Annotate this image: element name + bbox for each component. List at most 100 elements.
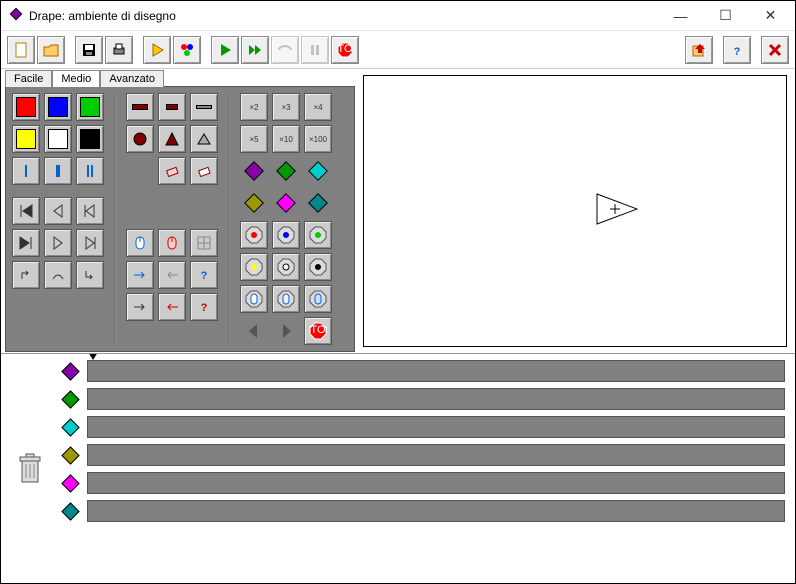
turn-curve[interactable] (44, 261, 72, 289)
track-diamond-icon[interactable] (59, 360, 81, 382)
shape-triangle[interactable] (158, 125, 186, 153)
vline-1[interactable] (12, 157, 40, 185)
target-black[interactable] (304, 253, 332, 281)
mult-3[interactable]: ×3 (272, 93, 300, 121)
mouse-2[interactable] (158, 229, 186, 257)
mult-4[interactable]: ×4 (304, 93, 332, 121)
shape-bar-2[interactable] (158, 93, 186, 121)
mouse-oct-3[interactable] (304, 285, 332, 313)
diamond-purple[interactable] (240, 157, 268, 185)
diamond-cyan[interactable] (304, 157, 332, 185)
target-green[interactable] (304, 221, 332, 249)
drawing-canvas[interactable] (363, 75, 787, 347)
mouse-oct-1[interactable] (240, 285, 268, 313)
svg-text:?: ? (201, 302, 208, 314)
vline-3[interactable] (76, 157, 104, 185)
track-bar[interactable] (87, 444, 785, 466)
loop-button[interactable] (271, 36, 299, 64)
arrow-right-blue[interactable] (126, 261, 154, 289)
nav-next[interactable] (272, 317, 300, 345)
diamond-olive[interactable] (240, 189, 268, 217)
arrow-right-2[interactable] (126, 293, 154, 321)
new-button[interactable] (7, 36, 35, 64)
mult-5[interactable]: ×5 (240, 125, 268, 153)
tab-avanzato[interactable]: Avanzato (100, 70, 164, 87)
exit-button[interactable] (761, 36, 789, 64)
track-bar[interactable] (87, 500, 785, 522)
target-yellow[interactable] (240, 253, 268, 281)
forward[interactable] (44, 229, 72, 257)
track-row[interactable] (59, 500, 785, 522)
help-red[interactable]: ? (190, 293, 218, 321)
diamond-magenta[interactable] (272, 189, 300, 217)
mult-100[interactable]: ×100 (304, 125, 332, 153)
rewind[interactable] (44, 197, 72, 225)
track-diamond-icon[interactable] (59, 416, 81, 438)
help-small[interactable]: ? (190, 261, 218, 289)
track-row[interactable] (59, 472, 785, 494)
color-tool-button[interactable] (173, 36, 201, 64)
arrow-left-red[interactable] (158, 293, 186, 321)
target-white[interactable] (272, 253, 300, 281)
mouse-1[interactable] (126, 229, 154, 257)
tab-facile[interactable]: Facile (5, 70, 52, 87)
turn-up-right[interactable] (12, 261, 40, 289)
open-button[interactable] (37, 36, 65, 64)
stop-sign[interactable]: STOP (304, 317, 332, 345)
diamond-teal[interactable] (304, 189, 332, 217)
fill-black[interactable] (76, 125, 104, 153)
track-row[interactable] (59, 444, 785, 466)
nav-prev[interactable] (240, 317, 268, 345)
track-row[interactable] (59, 388, 785, 410)
track-diamond-icon[interactable] (59, 388, 81, 410)
eraser-1[interactable] (158, 157, 186, 185)
forward-step[interactable] (76, 229, 104, 257)
shape-circle[interactable] (126, 125, 154, 153)
forward-full[interactable] (12, 229, 40, 257)
arrow-left-gray[interactable] (158, 261, 186, 289)
fast-forward-button[interactable] (241, 36, 269, 64)
target-red[interactable] (240, 221, 268, 249)
fill-white[interactable] (44, 125, 72, 153)
shape-bar-1[interactable] (126, 93, 154, 121)
shape-bar-3[interactable] (190, 93, 218, 121)
track-diamond-icon[interactable] (59, 444, 81, 466)
save-button[interactable] (75, 36, 103, 64)
run-button[interactable] (211, 36, 239, 64)
track-diamond-icon[interactable] (59, 500, 81, 522)
track-bar[interactable] (87, 360, 785, 382)
tab-medio[interactable]: Medio (52, 70, 100, 87)
fill-blue[interactable] (44, 93, 72, 121)
stop-button[interactable]: STOP (331, 36, 359, 64)
play-yellow-button[interactable] (143, 36, 171, 64)
fill-red[interactable] (12, 93, 40, 121)
track-bar[interactable] (87, 416, 785, 438)
maximize-button[interactable]: ☐ (703, 2, 748, 30)
rewind-step[interactable] (76, 197, 104, 225)
help-button[interactable]: ? (723, 36, 751, 64)
grid-4[interactable] (190, 229, 218, 257)
close-button[interactable]: ✕ (748, 2, 793, 30)
fill-green[interactable] (76, 93, 104, 121)
turn-down[interactable] (76, 261, 104, 289)
fill-yellow[interactable] (12, 125, 40, 153)
mult-10[interactable]: ×10 (272, 125, 300, 153)
eraser-2[interactable] (190, 157, 218, 185)
shape-triangle-outline[interactable] (190, 125, 218, 153)
track-row[interactable] (59, 360, 785, 382)
vline-2[interactable] (44, 157, 72, 185)
pause-button[interactable] (301, 36, 329, 64)
trash-icon[interactable] (16, 452, 44, 486)
track-row[interactable] (59, 416, 785, 438)
diamond-green[interactable] (272, 157, 300, 185)
track-bar[interactable] (87, 388, 785, 410)
export-button[interactable] (685, 36, 713, 64)
mouse-oct-2[interactable] (272, 285, 300, 313)
minimize-button[interactable]: — (658, 2, 703, 30)
print-button[interactable] (105, 36, 133, 64)
track-bar[interactable] (87, 472, 785, 494)
mult-2[interactable]: ×2 (240, 93, 268, 121)
rewind-full[interactable] (12, 197, 40, 225)
track-diamond-icon[interactable] (59, 472, 81, 494)
target-blue[interactable] (272, 221, 300, 249)
